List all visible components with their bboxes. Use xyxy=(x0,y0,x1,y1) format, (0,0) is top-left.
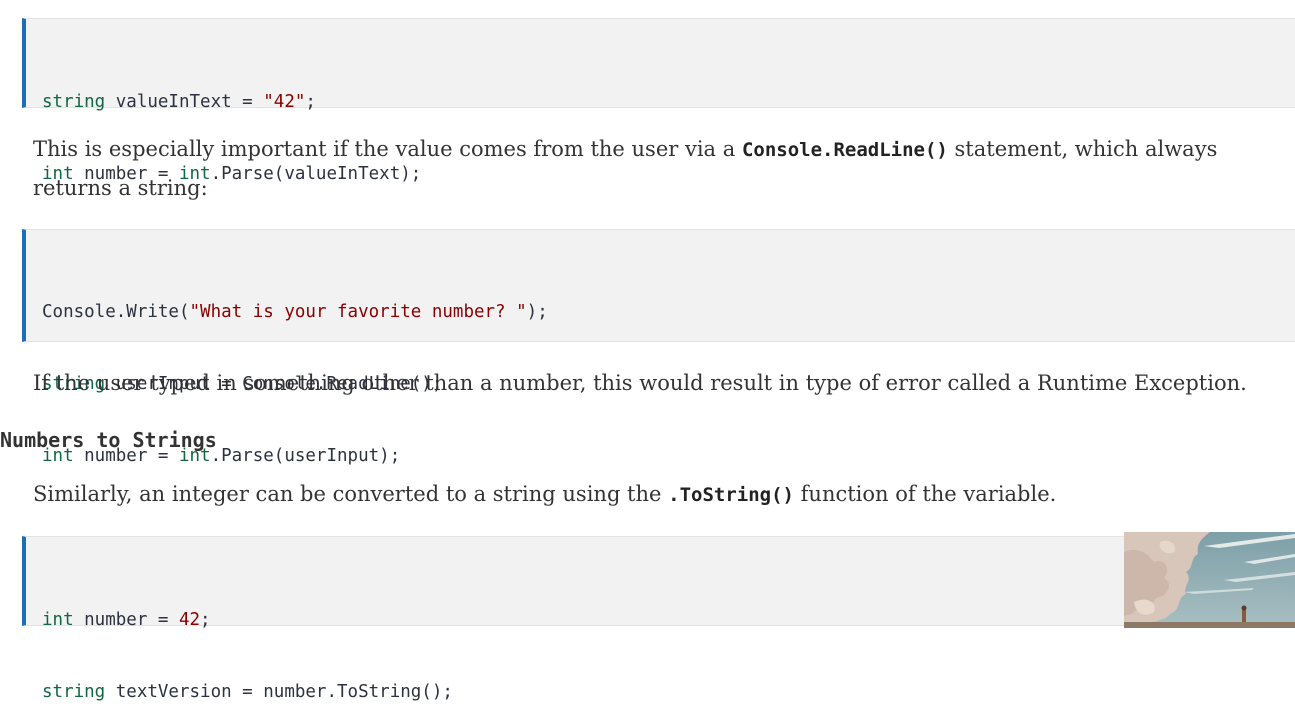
code-block-read-user-input: Console.Write("What is your favorite num… xyxy=(22,229,1295,466)
inline-code-readline: Console.ReadLine() xyxy=(741,139,948,161)
code-line: string valueInText = "42"; xyxy=(42,90,1295,114)
code-block-number-to-string: int number = 42; string textVersion = nu… xyxy=(22,536,1295,702)
code-keyword: string xyxy=(42,92,106,112)
paragraph-tostring-note: Similarly, an integer can be converted t… xyxy=(33,475,1281,514)
code-line: int number = int.Parse(userInput); xyxy=(42,444,1295,468)
code-text: number = xyxy=(73,610,179,630)
code-keyword: string xyxy=(42,682,106,702)
code-text: .Parse(userInput); xyxy=(210,446,401,466)
paragraph-text: If the user typed in something other tha… xyxy=(33,371,1247,395)
code-text: ; xyxy=(200,610,211,630)
paragraph-text: This is especially important if the valu… xyxy=(33,137,742,161)
code-block-parse-string: string valueInText = "42"; int number = … xyxy=(22,18,1295,184)
code-literal: 42 xyxy=(178,610,201,630)
code-literal: "What is your favorite number? " xyxy=(189,302,527,322)
code-keyword: int xyxy=(42,610,74,630)
code-text: valueInText = xyxy=(105,92,264,112)
code-literal: "42" xyxy=(263,92,306,112)
paragraph-text: Similarly, an integer can be converted t… xyxy=(33,482,669,506)
inline-code-tostring: .ToString() xyxy=(668,484,794,506)
paragraph-text: function of the variable. xyxy=(793,482,1057,506)
code-line: int number = 42; xyxy=(42,608,1295,632)
paragraph-runtime-exception: If the user typed in something other tha… xyxy=(33,364,1281,402)
code-text: ); xyxy=(526,302,548,322)
code-line: string textVersion = number.ToString(); xyxy=(42,680,1295,704)
thumbnail-artwork xyxy=(1124,532,1295,628)
code-text: Console.Write( xyxy=(42,302,190,322)
section-heading: Numbers to Strings xyxy=(0,428,217,452)
code-line: Console.Write("What is your favorite num… xyxy=(42,300,1295,324)
paragraph-readline-note: This is especially important if the valu… xyxy=(33,130,1281,207)
code-text: textVersion = number.ToString(); xyxy=(105,682,453,702)
landscape-thumbnail-icon[interactable] xyxy=(1124,532,1295,628)
code-text: ; xyxy=(305,92,316,112)
